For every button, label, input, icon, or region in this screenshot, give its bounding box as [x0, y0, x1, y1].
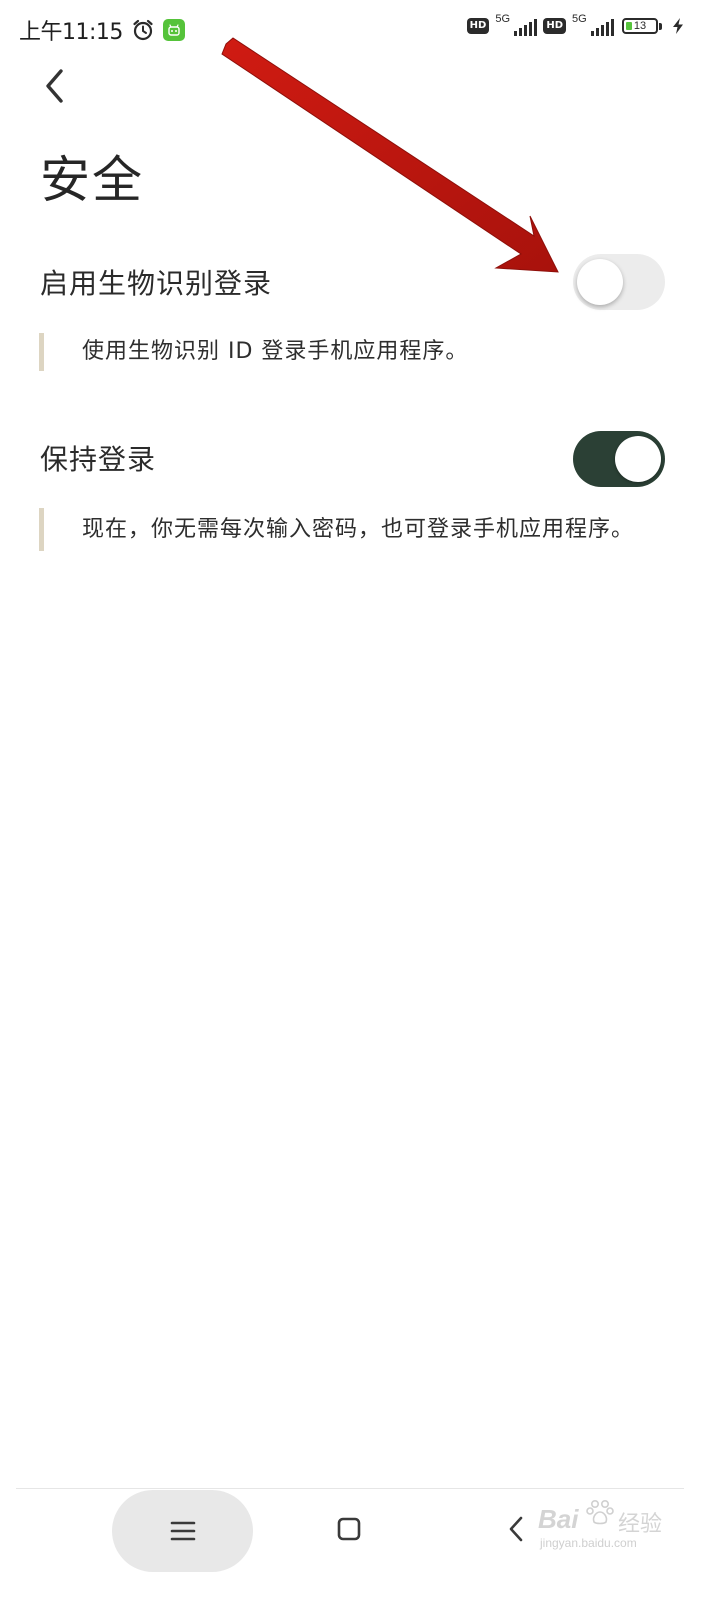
stay-logged-in-label: 保持登录	[40, 443, 157, 476]
battery-icon: 13	[622, 18, 662, 34]
watermark-url: jingyan.baidu.com	[540, 1536, 637, 1550]
stay-logged-in-toggle[interactable]	[573, 431, 665, 487]
paw-icon	[586, 1500, 614, 1525]
nav-home-button[interactable]	[325, 1505, 373, 1553]
chevron-left-icon	[46, 69, 63, 103]
signal-strength-icon: 5G	[495, 13, 538, 38]
charging-bolt-icon	[671, 17, 685, 35]
battery-fill	[626, 22, 632, 30]
network-type-label: 5G	[572, 13, 587, 25]
battery-level: 13	[633, 20, 647, 32]
biometric-login-label: 启用生物识别登录	[40, 267, 273, 300]
baidu-watermark: Bai 经验 jingyan.baidu.com	[538, 1496, 678, 1556]
status-left: 上午11:15	[19, 14, 185, 46]
status-bar: 上午11:15 HD 5G HD 5G 13	[0, 0, 717, 56]
watermark-brand: Bai	[538, 1504, 579, 1534]
page-title: 安全	[40, 151, 144, 209]
hd-icon: HD	[466, 18, 490, 34]
status-right: HD 5G HD 5G 13	[466, 13, 685, 38]
toggle-knob	[615, 436, 661, 482]
nav-menu-button[interactable]	[112, 1490, 253, 1572]
biometric-login-description: 使用生物识别 ID 登录手机应用程序。	[39, 333, 639, 371]
hamburger-menu-icon	[170, 1521, 195, 1541]
biometric-login-toggle[interactable]	[573, 254, 665, 310]
status-time: 上午11:15	[19, 20, 123, 45]
stay-logged-in-description: 现在，你无需每次输入密码，也可登录手机应用程序。	[39, 508, 639, 551]
chevron-left-icon	[509, 1516, 523, 1542]
toggle-knob	[577, 259, 623, 305]
nav-divider	[16, 1488, 684, 1489]
hd-icon: HD	[543, 18, 566, 34]
back-button[interactable]	[30, 62, 78, 110]
watermark-suffix: 经验	[618, 1512, 663, 1537]
network-type-label: 5G	[495, 13, 511, 25]
signal-strength-icon: 5G	[572, 13, 614, 38]
square-home-icon	[337, 1517, 361, 1541]
android-app-icon	[162, 19, 185, 41]
alarm-clock-icon	[131, 18, 155, 42]
nav-back-button[interactable]	[492, 1505, 540, 1553]
